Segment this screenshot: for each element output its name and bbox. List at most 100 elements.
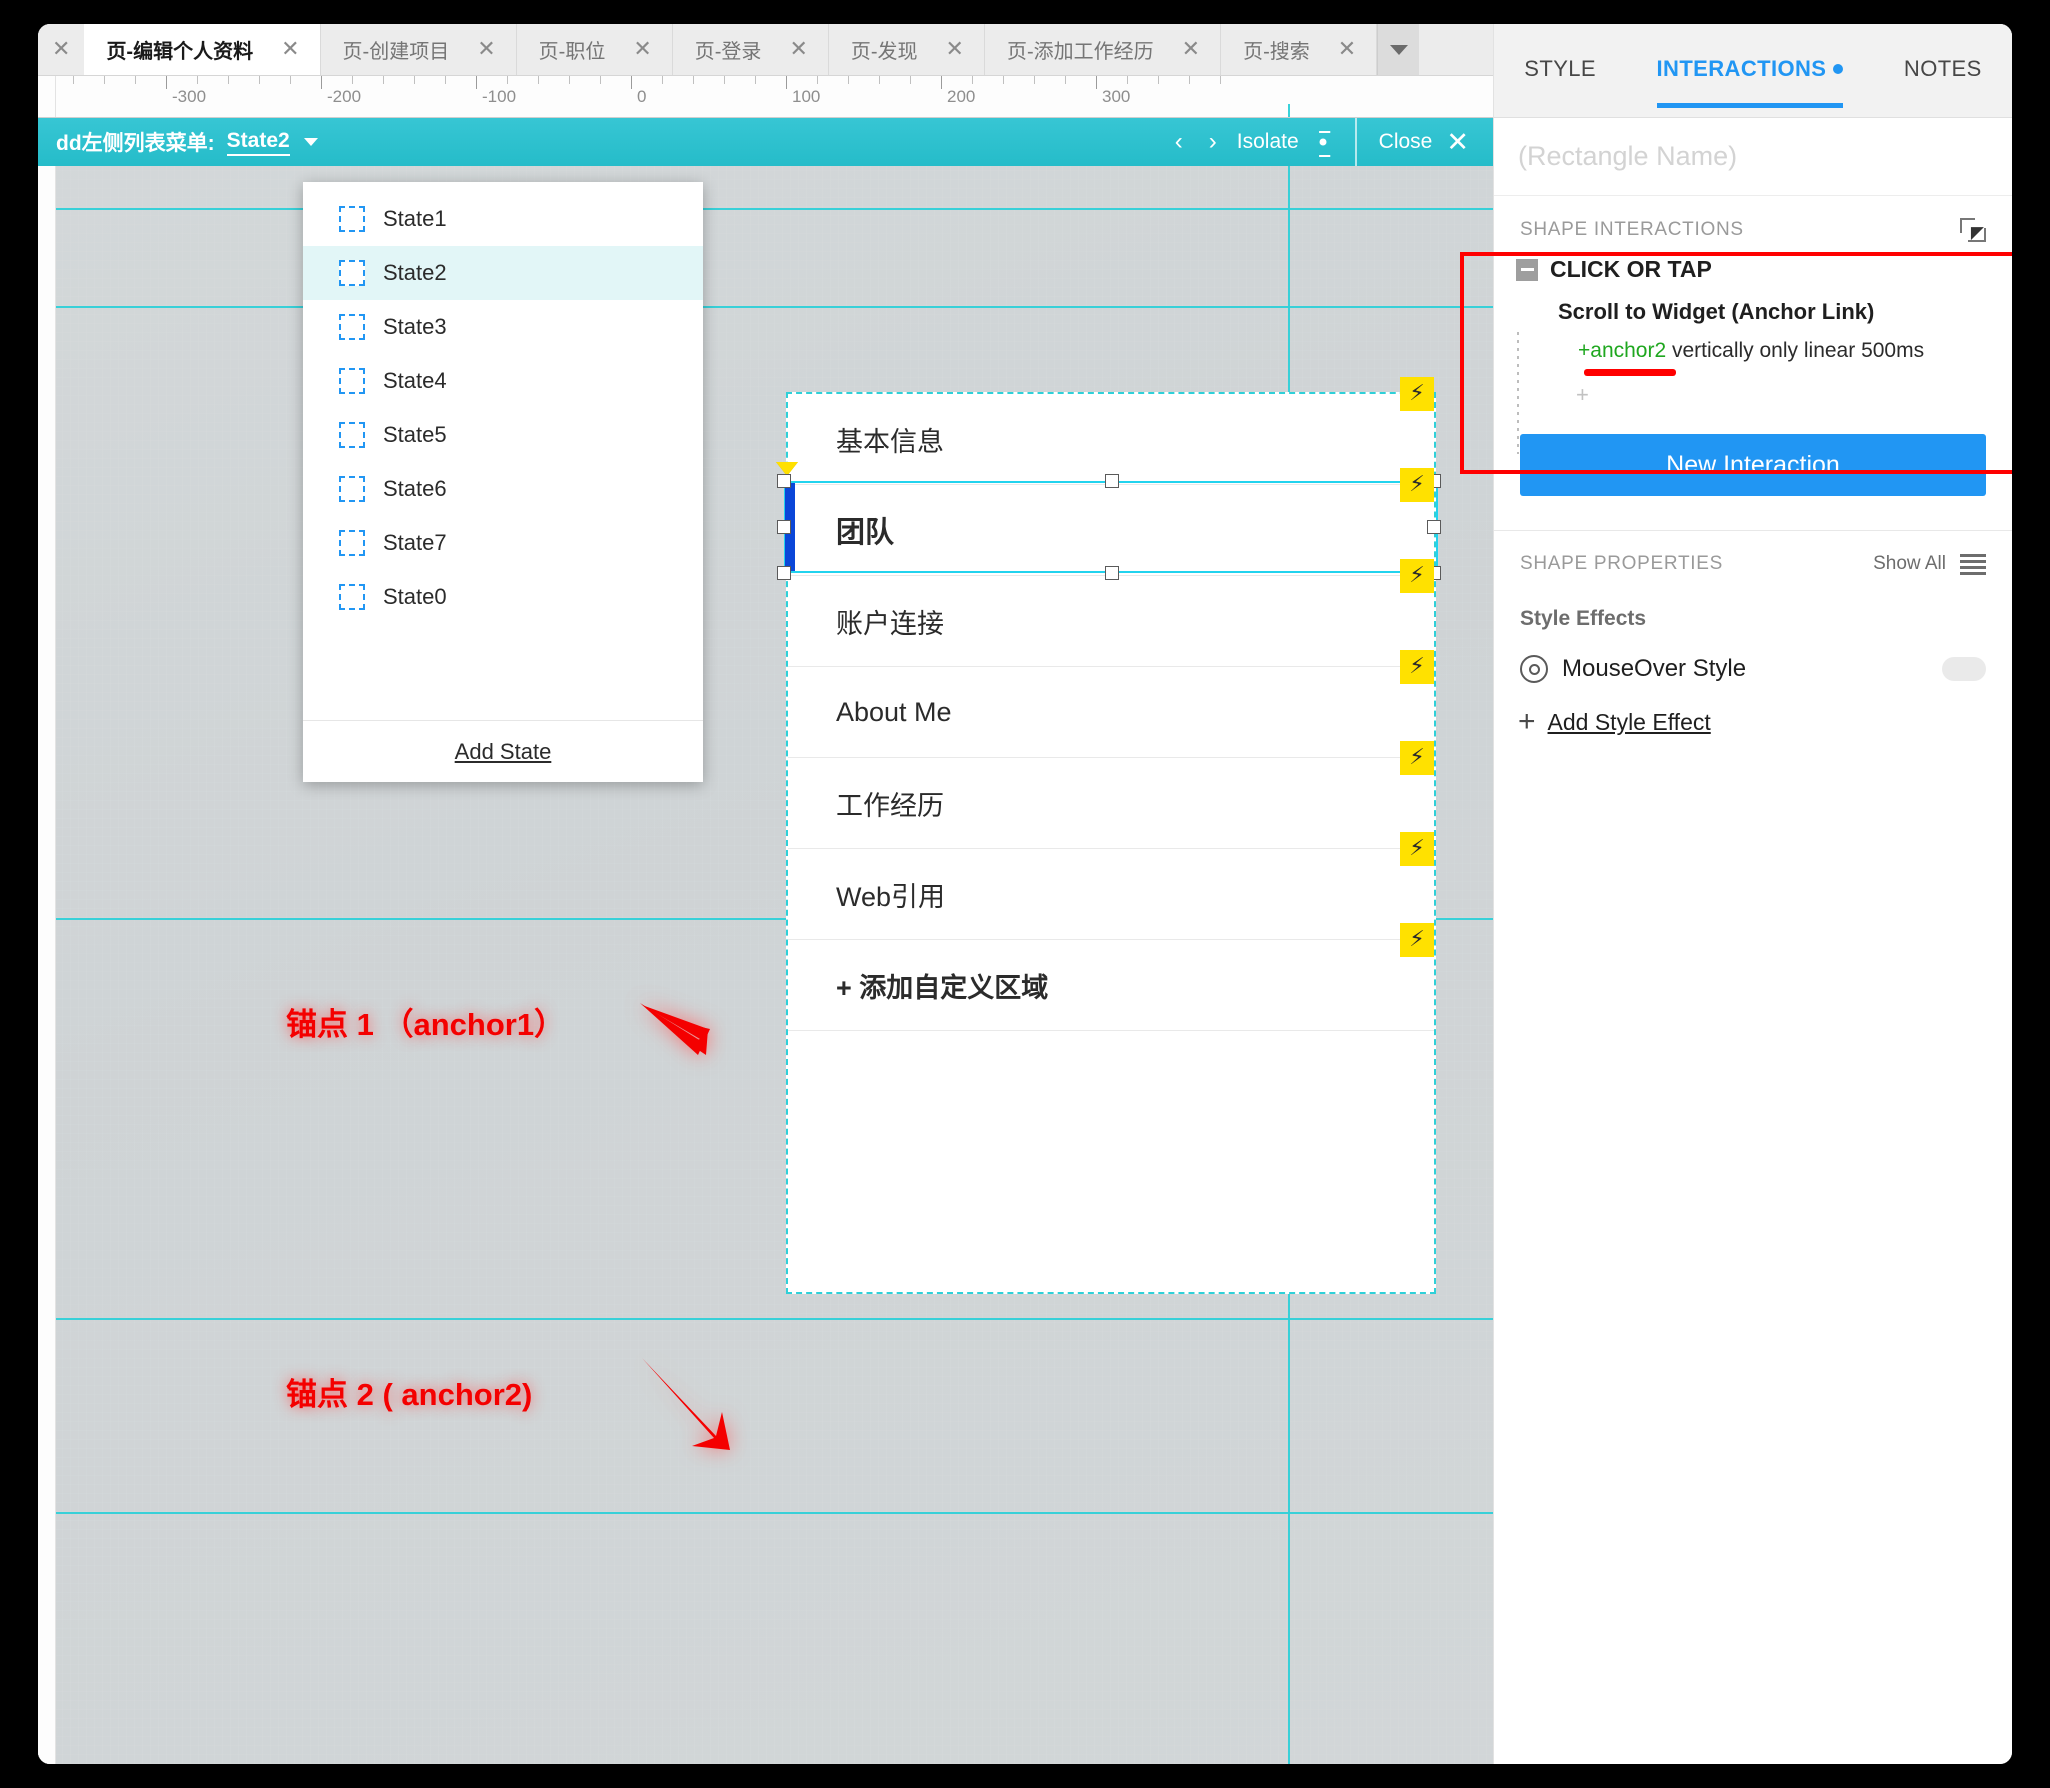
ruler-minor-tick (600, 76, 601, 84)
resize-handle[interactable] (777, 474, 791, 488)
anchor1-arrow-icon (640, 1003, 710, 1055)
canvas-guide-h[interactable] (38, 208, 1493, 210)
isolate-state-selector[interactable]: State2 (226, 129, 290, 156)
ruler-minor-tick (910, 76, 911, 84)
ruler-tick (166, 76, 167, 89)
tab-style[interactable]: STYLE (1524, 56, 1596, 108)
event-click-or-tap[interactable]: CLICK OR TAP (1494, 256, 2012, 283)
state-item-state5[interactable]: State5 (303, 408, 703, 462)
resize-handle[interactable] (777, 520, 791, 534)
interaction-bolt-icon[interactable]: ⚡ (1400, 923, 1434, 957)
tab-overflow-button[interactable] (1377, 24, 1420, 75)
state-item-state6[interactable]: State6 (303, 462, 703, 516)
state-item-label: State0 (383, 584, 447, 609)
close-icon[interactable]: ✕ (471, 38, 501, 61)
close-icon[interactable]: ✕ (783, 38, 813, 61)
page-tab-0[interactable]: 页-编辑个人资料 ✕ (84, 24, 321, 75)
canvas-guide-h[interactable] (38, 1512, 1493, 1514)
inspector-panel: STYLE INTERACTIONS NOTES (Rectangle Name… (1493, 24, 2012, 1764)
canvas-guide-h[interactable] (38, 1318, 1493, 1320)
menu-row[interactable]: 团队 (788, 485, 1434, 576)
page-tab-3[interactable]: 页-登录 ✕ (672, 24, 829, 75)
close-icon[interactable]: ✕ (1176, 38, 1206, 61)
close-icon[interactable]: ✕ (627, 38, 657, 61)
page-tab-1[interactable]: 页-创建项目 ✕ (320, 24, 517, 75)
interaction-bolt-icon[interactable]: ⚡ (1400, 377, 1434, 411)
tab-close-leading[interactable]: ✕ (38, 24, 85, 75)
mouseover-style-toggle[interactable] (1942, 657, 1986, 681)
add-style-effect-row[interactable]: + Add Style Effect (1494, 707, 2012, 737)
tab-notes[interactable]: NOTES (1904, 56, 1982, 108)
tab-interactions-label: INTERACTIONS (1656, 56, 1827, 81)
ruler-minor-tick (538, 76, 539, 84)
page-tab-4[interactable]: 页-发现 ✕ (828, 24, 985, 75)
resize-handle[interactable] (1105, 474, 1119, 488)
add-state-button[interactable]: Add State (455, 739, 552, 765)
menu-row[interactable]: 工作经历 (788, 758, 1434, 849)
interaction-tree-rail (1517, 332, 1519, 454)
page-tab-6[interactable]: 页-搜索 ✕ (1221, 24, 1378, 75)
interaction-bolt-icon[interactable]: ⚡ (1400, 650, 1434, 684)
resize-handle[interactable] (1427, 520, 1441, 534)
page-tab-2[interactable]: 页-职位 ✕ (516, 24, 673, 75)
add-style-effect-label: Add Style Effect (1547, 708, 1711, 735)
new-interaction-button[interactable]: New Interaction (1520, 434, 1986, 496)
shape-name-field[interactable]: (Rectangle Name) (1494, 118, 2012, 196)
show-all-button[interactable]: Show All (1873, 553, 1946, 575)
ruler-minor-tick (104, 76, 105, 84)
ruler-minor-tick (1220, 76, 1221, 84)
interaction-bolt-icon[interactable]: ⚡ (1400, 559, 1434, 593)
isolate-frame-icon (1311, 131, 1335, 153)
page-tab-label: 页-创建项目 (342, 41, 450, 63)
horizontal-ruler: -300 -200 -100 0 100 200 300 (38, 76, 1493, 118)
state-item-state0[interactable]: State0 (303, 570, 703, 624)
interaction-bolt-icon[interactable]: ⚡ (1400, 741, 1434, 775)
chevron-down-icon[interactable] (303, 138, 318, 146)
next-state-button[interactable]: › (1209, 128, 1217, 156)
ruler-minor-tick (1065, 76, 1066, 84)
close-icon[interactable]: ✕ (940, 38, 970, 61)
menu-row[interactable]: 基本信息 (788, 394, 1434, 485)
inspector-tab-bar: STYLE INTERACTIONS NOTES (1494, 24, 2012, 118)
page-tab-5[interactable]: 页-添加工作经历 ✕ (984, 24, 1222, 75)
close-isolate-button[interactable]: Close ✕ (1357, 127, 1493, 158)
state-item-state4[interactable]: State4 (303, 354, 703, 408)
style-effects-label: Style Effects (1520, 607, 1647, 630)
isolate-mode-toolbar: dd左侧列表菜单: State2 ‹ › Isolate Close ✕ (38, 118, 1493, 166)
anchor1-annotation: 锚点 1 （anchor1） (286, 1007, 566, 1042)
canvas-guide-h[interactable] (38, 306, 1493, 308)
collapse-minus-icon[interactable] (1516, 258, 1538, 281)
tab-interactions[interactable]: INTERACTIONS (1656, 56, 1844, 108)
menu-row[interactable]: Web引用 (788, 849, 1434, 940)
interaction-bolt-icon[interactable]: ⚡ (1400, 832, 1434, 866)
state-item-state7[interactable]: State7 (303, 516, 703, 570)
state-item-state2[interactable]: State2 (303, 246, 703, 300)
action-detail[interactable]: +anchor2 vertically only linear 500ms (1494, 339, 2012, 363)
mouseover-style-row[interactable]: MouseOver Style (1494, 655, 2012, 683)
resize-handle[interactable] (1105, 566, 1119, 580)
left-list-menu-widget[interactable]: 基本信息 团队 账户连接 About Me 工作经历 Web引用 + 添加自定义区域 ⚡ ⚡… (776, 377, 1441, 1294)
resize-handle[interactable] (777, 566, 791, 580)
close-icon[interactable]: ✕ (275, 38, 305, 61)
menu-row-label: + 添加自定义区域 (836, 972, 1049, 1003)
state-dropdown-menu[interactable]: State1 State2 State3 State4 State5 State6 Stat… (303, 182, 703, 782)
page-tab-label: 页-搜索 (1243, 41, 1310, 63)
menu-row[interactable]: + 添加自定义区域 (788, 940, 1434, 1031)
close-icon[interactable]: ✕ (1332, 38, 1362, 61)
state-item-label: State7 (383, 530, 447, 555)
menu-row[interactable]: About Me (788, 667, 1434, 758)
isolate-button[interactable]: Isolate (1237, 130, 1355, 154)
menu-row-label: About Me (836, 696, 952, 727)
select-target-icon[interactable]: ◤ (1958, 216, 1988, 244)
add-action-button[interactable]: + (1494, 382, 2012, 408)
action-title[interactable]: Scroll to Widget (Anchor Link) (1494, 299, 2012, 325)
page-tab-label: 页-发现 (850, 41, 918, 63)
prev-state-button[interactable]: ‹ (1175, 128, 1183, 156)
state-item-state1[interactable]: State1 (303, 192, 703, 246)
hamburger-icon[interactable] (1960, 553, 1986, 575)
target-ring-icon (1520, 655, 1548, 683)
interaction-bolt-icon[interactable]: ⚡ (1400, 468, 1434, 502)
menu-row[interactable]: 账户连接 (788, 576, 1434, 667)
state-item-state3[interactable]: State3 (303, 300, 703, 354)
ruler-minor-tick (290, 76, 291, 84)
